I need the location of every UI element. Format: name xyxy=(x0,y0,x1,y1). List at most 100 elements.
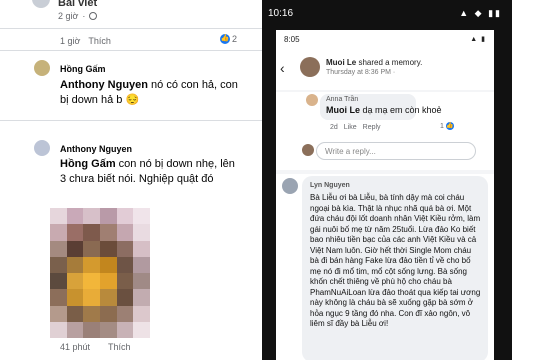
reaction-number: 1 xyxy=(440,122,444,130)
screenshot-collage: Bài viết 2 giờ · 1 giờ Thích 👍 2 Hồng Gấ… xyxy=(0,0,540,360)
background-margin xyxy=(512,0,540,360)
comment-time[interactable]: 1 giờ xyxy=(60,36,80,46)
commenter-name[interactable]: Anthony Nguyen xyxy=(60,144,132,154)
phone-status-bar: 10:16 ▲ ◆ ▮▮ xyxy=(262,0,512,24)
poster-name[interactable]: Muoi Le xyxy=(326,58,356,67)
like-link[interactable]: Like xyxy=(344,124,357,131)
pixel-block xyxy=(133,289,150,306)
pixel-block xyxy=(66,273,84,290)
pixel-block xyxy=(133,208,150,225)
pixel-block xyxy=(50,240,67,257)
pixel-block xyxy=(99,240,117,257)
pixel-block xyxy=(133,240,150,257)
comment-time[interactable]: 41 phút xyxy=(60,342,90,352)
pixel-block xyxy=(50,208,67,225)
pixel-block xyxy=(50,305,67,322)
post-time[interactable]: 2 giờ xyxy=(58,11,78,21)
like-reaction-icon: 👍 xyxy=(220,34,230,44)
commenter-avatar[interactable] xyxy=(282,178,298,194)
current-user-avatar xyxy=(302,144,314,156)
commenter-name[interactable]: Hồng Gấm xyxy=(60,64,106,74)
pixel-block xyxy=(50,256,67,273)
pixel-block xyxy=(50,321,67,338)
reply-link[interactable]: Reply xyxy=(363,124,381,131)
pixel-block xyxy=(83,305,100,322)
reply-time[interactable]: 2d xyxy=(330,124,338,131)
inner-status-icons: ▲ ▮ xyxy=(470,36,486,43)
pixel-block xyxy=(66,305,84,322)
pixel-block xyxy=(133,256,150,273)
pixel-block xyxy=(116,273,134,290)
inner-status-time: 8:05 xyxy=(284,35,300,44)
comment-actions-row: 41 phút Thích xyxy=(60,342,131,352)
phone-screenshot: 10:16 ▲ ◆ ▮▮ 8:05 ▲ ▮ ‹ Muoi Le shared a… xyxy=(262,0,512,360)
pixel-block xyxy=(133,224,150,241)
commenter-name[interactable]: Lyn Nguyen xyxy=(310,182,350,189)
post-author-name[interactable]: Bài viết xyxy=(58,0,97,9)
reply-block: Anna Trần Muoi Le dạ mạ em còn khoẻ 2d L… xyxy=(276,92,494,170)
commenter-avatar[interactable] xyxy=(34,140,50,156)
replier-name[interactable]: Anna Trần xyxy=(326,96,358,103)
status-icons: ▲ ◆ ▮▮ xyxy=(459,8,502,18)
pixel-block xyxy=(66,256,84,273)
pixel-block xyxy=(50,289,67,306)
like-reaction-icon: 👍 xyxy=(445,122,454,130)
sad-emoji-icon: 😔 xyxy=(125,94,140,106)
long-comment: Lyn Nguyen Bà Liễu ơi bà Liễu, bà tính d… xyxy=(276,174,494,360)
pixel-block xyxy=(116,321,134,338)
comment-text: Anthony Nguyen nó có con hả, con bị down… xyxy=(60,78,240,108)
poster-avatar[interactable] xyxy=(300,57,320,77)
pixel-block xyxy=(66,240,84,257)
pixel-block xyxy=(83,208,100,225)
divider xyxy=(0,120,262,121)
like-link[interactable]: Thích xyxy=(88,36,111,46)
pixel-block xyxy=(50,224,67,241)
inner-screen: 8:05 ▲ ▮ ‹ Muoi Le shared a memory. Thur… xyxy=(276,30,494,360)
reaction-number: 2 xyxy=(232,34,238,44)
pixel-block xyxy=(83,289,100,306)
post-author-avatar[interactable] xyxy=(32,0,50,8)
pixel-block xyxy=(116,208,134,225)
pixel-block xyxy=(99,273,117,290)
mention-link[interactable]: Hồng Gấm xyxy=(60,158,116,170)
post-header: ‹ Muoi Le shared a memory. Thursday at 8… xyxy=(276,48,494,90)
mention-link[interactable]: Anthony Nguyen xyxy=(60,79,148,91)
reaction-count[interactable]: 👍 2 xyxy=(220,34,237,44)
pixel-block xyxy=(83,273,100,290)
commenter-avatar[interactable] xyxy=(34,60,50,76)
meta-separator: · xyxy=(82,11,86,21)
pixel-block xyxy=(116,305,134,322)
reply-actions: 2d Like Reply xyxy=(330,124,381,131)
comment-text: Hồng Gấm con nó bị down nhẹ, lên 3 chưa … xyxy=(60,157,240,187)
reaction-count[interactable]: 1 👍 xyxy=(440,122,454,130)
post-action: shared a memory. xyxy=(356,58,423,67)
post-timestamp[interactable]: Thursday at 8:36 PM · xyxy=(326,69,395,76)
back-arrow-icon[interactable]: ‹ xyxy=(280,60,285,76)
like-link[interactable]: Thích xyxy=(108,342,131,352)
reply-text-body: dạ mạ em còn khoẻ xyxy=(360,105,442,115)
pixel-block xyxy=(50,273,67,290)
divider xyxy=(0,50,262,51)
pixel-block xyxy=(99,208,117,225)
mention-link[interactable]: Muoi Le xyxy=(326,105,360,115)
pixel-block xyxy=(83,321,100,338)
pixel-block xyxy=(66,208,84,225)
pixel-block xyxy=(83,240,100,257)
pixel-block xyxy=(133,305,150,322)
reply-text: Muoi Le dạ mạ em còn khoẻ xyxy=(326,105,442,115)
pixel-block xyxy=(116,224,134,241)
pixelated-photo[interactable] xyxy=(50,208,150,338)
inner-status-bar: 8:05 ▲ ▮ xyxy=(276,30,494,48)
divider xyxy=(0,28,262,29)
status-time: 10:16 xyxy=(268,8,294,19)
write-reply-input[interactable]: Write a reply... xyxy=(316,142,476,160)
pixel-block xyxy=(66,321,84,338)
pixel-block xyxy=(99,305,117,322)
globe-icon xyxy=(89,12,98,20)
pixel-block xyxy=(133,273,150,290)
replier-avatar[interactable] xyxy=(306,94,318,106)
pixel-block xyxy=(83,224,100,241)
pixel-block xyxy=(66,289,84,306)
pixel-block xyxy=(99,256,117,273)
left-comment-thread: Bài viết 2 giờ · 1 giờ Thích 👍 2 Hồng Gấ… xyxy=(0,0,262,360)
